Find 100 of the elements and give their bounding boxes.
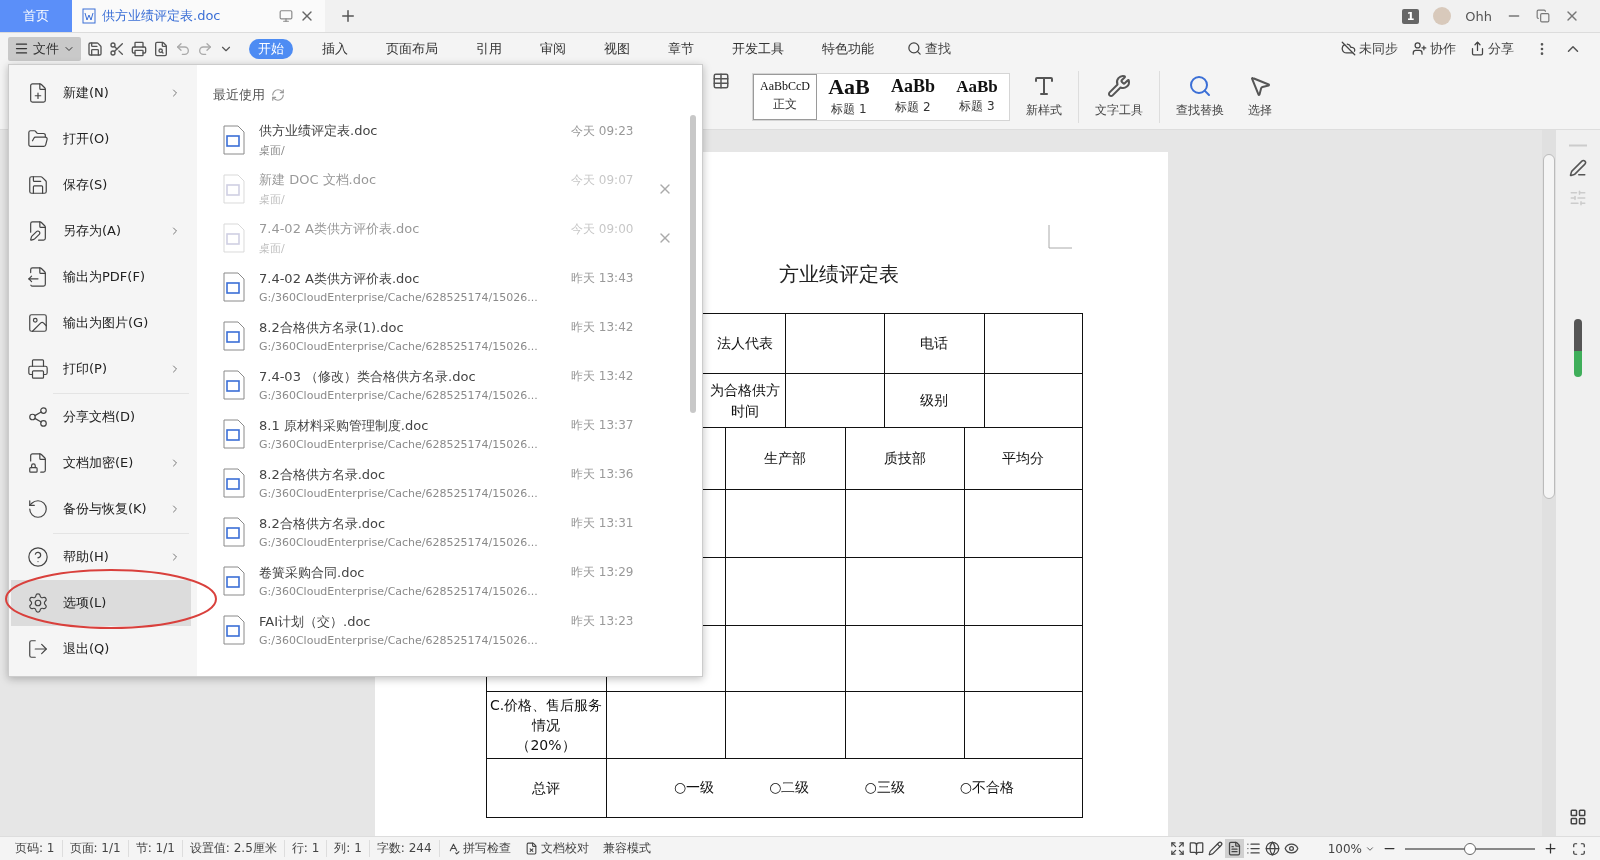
menu-item[interactable]: 新建(N) [11,70,191,116]
ribbon-tool-button[interactable]: 文字工具 [1087,74,1151,119]
file-name: 8.2合格供方名录.doc [259,465,386,484]
search-button[interactable]: 查找 [903,39,955,58]
status-text: 页码: 1 [8,840,63,857]
table-cell: 级别 [884,374,985,428]
table-cell: 质技部 [845,428,965,490]
file-path: 桌面/ [259,191,285,207]
status-button[interactable]: 文档校对 [517,840,596,857]
recent-file-item[interactable]: 7.4-02 A类供方评价表.doc G:/360CloudEnterprise/Cache/628525174/15026... 昨天 13:43 [213,262,702,311]
menu-item[interactable]: 分享文档(D) [11,394,191,440]
table-cell: 平均分 [964,428,1083,490]
menu-item[interactable]: 帮助(H) [11,534,191,580]
status-button[interactable]: 拼写检查 [439,840,518,857]
file-name: 新建 DOC 文档.doc [259,170,377,189]
menu-item[interactable]: 保存(S) [11,162,191,208]
recent-file-item[interactable]: 供方业绩评定表.doc 桌面/ 今天 09:23 [213,115,702,164]
style-option[interactable]: AaBbCcD 正文 [753,73,817,120]
menu-item[interactable]: 备份与恢复(K) [11,486,191,532]
ribbon-tab[interactable]: 引用 [467,38,511,59]
table-cell: 生产部 [725,428,846,490]
sync-button[interactable]: 未同步 [1337,39,1402,58]
cell-text: （20%） [515,736,577,756]
file-name: 8.1 原材料采购管理制度.doc [259,416,429,435]
ribbon-tab[interactable]: 审阅 [531,38,575,59]
document-title: 方业绩评定表 [779,262,899,287]
status-text: 节: 1/1 [128,840,183,857]
file-time: 昨天 13:36 [571,466,635,483]
file-name: 卷簧采购合同.doc [259,563,365,582]
file-time: 昨天 13:23 [571,613,635,630]
recent-file-item[interactable]: 8.2合格供方名录.doc G:/360CloudEnterprise/Cache/628525174/15026... 昨天 13:31 [213,507,702,556]
file-time: 昨天 13:31 [571,515,635,532]
share-button[interactable]: 分享 [1466,39,1518,58]
collaborate-button[interactable]: 协作 [1408,39,1460,58]
recent-file-item[interactable]: FAI计划（交）.doc G:/360CloudEnterprise/Cache/628525174/15026... 昨天 13:23 [213,605,702,654]
rating-option[interactable]: ○一级 [674,779,715,797]
ribbon-tab[interactable]: 开发工具 [723,38,793,59]
file-path: G:/360CloudEnterprise/Cache/628525174/15026... [259,388,538,402]
file-time: 昨天 13:42 [571,368,635,385]
status-text: 页面: 1/1 [62,840,129,857]
ribbon-tab[interactable]: 特色功能 [813,38,883,59]
file-name: 7.4-03 （修改）类合格供方名录.doc [259,367,476,386]
page-count-badge: 1 [1401,8,1420,24]
file-name: 供方业绩评定表.doc [259,121,378,140]
file-name: FAI计划（交）.doc [259,612,371,631]
ribbon-tab[interactable]: 章节 [659,38,703,59]
cell-text: 情况 [530,715,561,735]
file-time: 今天 09:23 [571,123,635,140]
ribbon-tab[interactable]: 页面布局 [377,38,447,59]
file-path: G:/360CloudEnterprise/Cache/628525174/15026... [259,584,538,598]
user-name[interactable]: Ohh [1465,8,1492,24]
rating-option[interactable]: ○不合格 [959,779,1014,797]
menu-item[interactable]: 另存为(A) [11,208,191,254]
file-time: 昨天 13:29 [571,564,635,581]
ribbon-tool-button[interactable]: 查找替换 [1168,74,1232,119]
status-text: 字数: 244 [369,840,440,857]
file-path: G:/360CloudEnterprise/Cache/628525174/15026... [259,437,538,451]
menu-item[interactable]: 退出(Q) [11,626,191,672]
file-path: 桌面/ [259,142,285,158]
cell-text: 时间 [729,401,760,421]
table-cell: 总评 [486,759,607,818]
file-time: 昨天 13:42 [571,319,635,336]
file-path: G:/360CloudEnterprise/Cache/628525174/15026... [259,535,538,549]
ribbon-tool-button[interactable]: 选择 [1240,74,1280,119]
file-menu-button[interactable]: 文件 [8,36,81,61]
file-time: 昨天 13:37 [571,417,635,434]
recent-file-item[interactable]: 8.1 原材料采购管理制度.doc G:/360CloudEnterprise/Cache/628525174/15026... 昨天 13:37 [213,409,702,458]
file-path: G:/360CloudEnterprise/Cache/628525174/15026... [259,486,538,500]
status-text: 行: 1 [284,840,328,857]
ribbon-tab[interactable]: 视图 [595,38,639,59]
section-title: 最近使用 [213,86,265,104]
status-text: 兼容模式 [601,840,652,857]
file-name: 8.2合格供方名录(1).doc [259,318,404,337]
file-time: 昨天 13:43 [571,270,635,287]
menu-item[interactable]: 输出为图片(G) [11,300,191,346]
file-path: G:/360CloudEnterprise/Cache/628525174/15026... [259,633,538,647]
menu-item[interactable]: 输出为PDF(F) [11,254,191,300]
file-path: G:/360CloudEnterprise/Cache/628525174/15026... [259,339,538,353]
file-name: 7.4-02 A类供方评价表.doc [259,219,420,238]
file-name: 7.4-02 A类供方评价表.doc [259,269,420,288]
rating-option[interactable]: ○三级 [864,779,905,797]
file-name: 8.2合格供方名录.doc [259,514,386,533]
menu-item[interactable]: 文档加密(E) [11,440,191,486]
recent-file-item[interactable]: 8.2合格供方名录.doc G:/360CloudEnterprise/Cache/628525174/15026... 昨天 13:36 [213,458,702,507]
zoom-dropdown[interactable]: 100% [1320,841,1382,856]
recent-file-item[interactable]: 卷簧采购合同.doc G:/360CloudEnterprise/Cache/628525174/15026... 昨天 13:29 [213,556,702,605]
cell-text: C.价格、售后服务 [489,695,603,715]
menu-item[interactable]: 选项(L) [11,580,191,626]
status-text: 列: 1 [327,840,370,857]
ribbon-tab[interactable]: 插入 [313,38,357,59]
ribbon-tool-button[interactable]: 新样式 [1018,74,1070,119]
file-path: G:/360CloudEnterprise/Cache/628525174/15026... [259,290,538,304]
menu-item[interactable]: 打开(O) [11,116,191,162]
table-cell: 电话 [884,314,985,374]
document-tab[interactable]: 供方业绩评定表.doc [72,0,325,32]
file-path: 桌面/ [259,240,285,256]
cell-text: 为合格供方 [709,381,780,401]
menu-item[interactable]: 打印(P) [11,346,191,392]
status-text: 设置值: 2.5厘米 [182,840,285,857]
rating-option[interactable]: ○二级 [769,779,810,797]
